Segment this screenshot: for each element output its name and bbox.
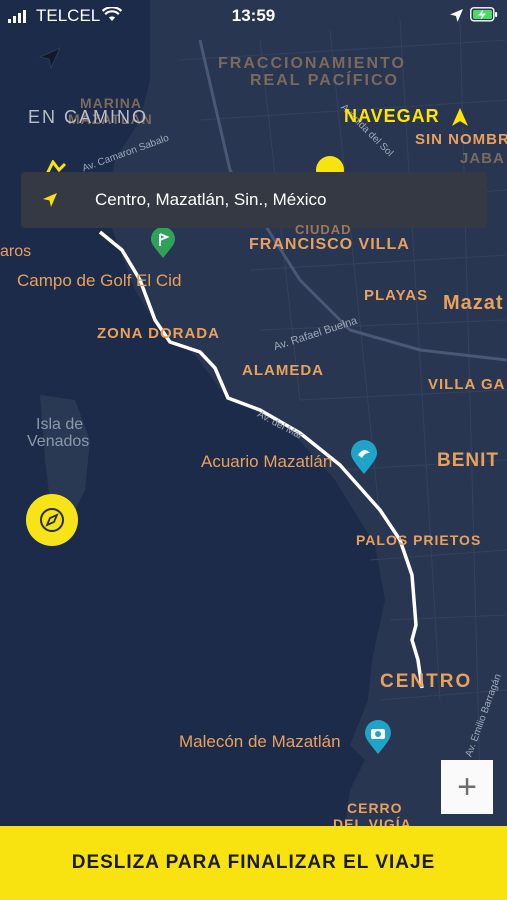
map-label-centro: CENTRO bbox=[380, 671, 473, 692]
map-label-real-pacifico: REAL PACÍFICO bbox=[250, 72, 399, 89]
map-label-aros: aros bbox=[0, 243, 32, 260]
navigation-arrow-icon bbox=[451, 107, 468, 126]
status-bar: TELCEL 13:59 bbox=[0, 0, 507, 30]
navigate-button[interactable]: NAVEGAR bbox=[344, 106, 468, 127]
map-label-jaba: JABA bbox=[460, 150, 505, 167]
slide-to-finish-label: DESLIZA PARA FINALIZAR EL VIAJE bbox=[71, 852, 436, 873]
malecon-camera-pin-icon[interactable] bbox=[364, 720, 392, 754]
map-label-ciudad: CIUDAD bbox=[295, 222, 352, 237]
compass-icon bbox=[40, 508, 64, 532]
map-label-cerro: CERRO bbox=[347, 800, 403, 816]
map-label-palos-prietos: PALOS PRIETOS bbox=[356, 532, 482, 548]
battery-icon bbox=[470, 7, 498, 22]
map-label-campo-golf: Campo de Golf El Cid bbox=[17, 271, 182, 290]
map-label-acuario: Acuario Mazatlán bbox=[201, 452, 333, 471]
slide-to-finish-bar[interactable]: DESLIZA PARA FINALIZAR EL VIAJE bbox=[0, 826, 507, 900]
map-label-fraccionamiento: FRACCIONAMIENTO bbox=[218, 55, 406, 72]
compass-arrow-icon bbox=[38, 47, 61, 70]
map-label-playas: PLAYAS bbox=[364, 287, 429, 304]
map-label-villa-galaxia: VILLA GA bbox=[428, 376, 506, 393]
location-services-icon bbox=[450, 9, 463, 22]
zoom-in-button[interactable]: + bbox=[441, 760, 493, 814]
clock: 13:59 bbox=[231, 6, 276, 25]
map-label-sin-nombre: SIN NOMBR bbox=[415, 131, 507, 148]
destination-bar[interactable]: Centro, Mazatlán, Sin., México bbox=[21, 172, 487, 228]
map-label-malecon: Malecón de Mazatlán bbox=[179, 732, 341, 751]
map-label-francisco-villa: FRANCISCO VILLA bbox=[249, 236, 410, 253]
navigate-label: NAVEGAR bbox=[344, 106, 440, 126]
map-label-zona-dorada: ZONA DORADA bbox=[97, 325, 220, 342]
location-arrow-icon bbox=[43, 193, 63, 207]
trip-status-label: EN CAMINO bbox=[28, 107, 149, 127]
destination-address: Centro, Mazatlán, Sin., México bbox=[95, 190, 327, 209]
map-label-isla-de: Isla de bbox=[36, 416, 84, 433]
map-label-venados: Venados bbox=[27, 433, 90, 450]
map-label-mazatlan: Mazat bbox=[443, 292, 504, 314]
aquarium-pin-icon[interactable] bbox=[350, 440, 378, 474]
map-label-alameda: ALAMEDA bbox=[242, 362, 324, 379]
map-label-benito: BENIT bbox=[437, 450, 499, 471]
golf-pin-icon[interactable] bbox=[150, 228, 176, 258]
recenter-button[interactable] bbox=[26, 494, 78, 546]
map-screen: TELCEL 13:59 FRACCIONAMIENTO REAL PACÍFI… bbox=[0, 0, 507, 900]
